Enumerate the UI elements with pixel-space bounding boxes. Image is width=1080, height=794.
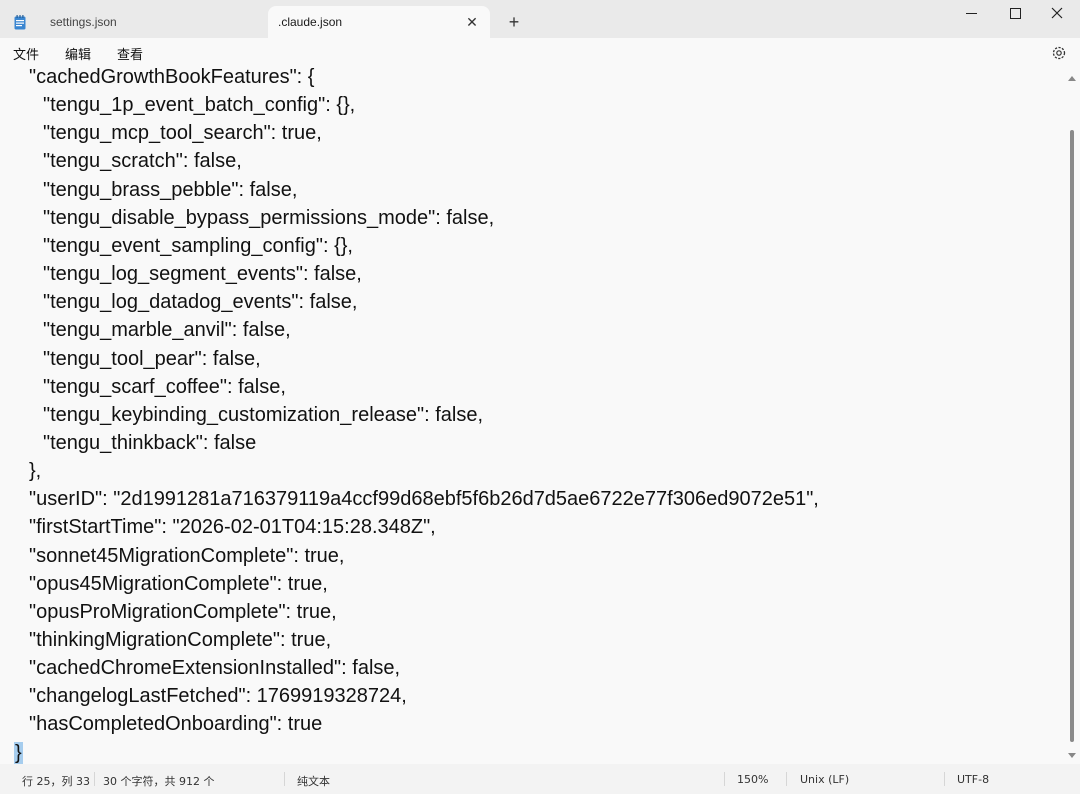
editor-line[interactable]: "tengu_log_segment_events": false,: [42, 260, 363, 288]
encoding[interactable]: UTF-8: [957, 773, 989, 786]
status-divider: [944, 772, 945, 786]
menu-file[interactable]: 文件: [13, 44, 39, 63]
tab-label: .claude.json: [278, 15, 343, 29]
status-divider: [284, 772, 285, 786]
editor-line-text: "tengu_brass_pebble": false,: [43, 178, 298, 201]
maximize-button[interactable]: [994, 0, 1036, 26]
tab-claude-json[interactable]: .claude.json ✕: [268, 6, 490, 38]
file-format: 纯文本: [297, 775, 330, 788]
editor-line-text: "thinkingMigrationComplete": true,: [29, 629, 332, 651]
scroll-down-icon[interactable]: [1068, 753, 1076, 758]
editor-line-text: "tengu_mcp_tool_search": true,: [43, 122, 322, 145]
close-window-button[interactable]: [1036, 0, 1078, 26]
editor-line[interactable]: "tengu_event_sampling_config": {},: [42, 232, 354, 260]
editor-line-text: "tengu_log_segment_events": false,: [43, 263, 362, 286]
close-tab-icon[interactable]: ✕: [460, 14, 484, 31]
editor-line[interactable]: "hasCompletedOnboarding": true: [28, 710, 323, 738]
editor-line[interactable]: "tengu_log_datadog_events": false,: [42, 288, 358, 316]
editor-line[interactable]: "tengu_keybinding_customization_release"…: [42, 401, 484, 429]
editor-line-text: "tengu_scarf_coffee": false,: [43, 375, 286, 398]
editor-line[interactable]: "tengu_scarf_coffee": false,: [42, 373, 287, 401]
editor-line-text: "tengu_event_sampling_config": {},: [43, 234, 353, 257]
gear-icon[interactable]: [1050, 44, 1068, 62]
editor-line[interactable]: "tengu_marble_anvil": false,: [42, 316, 292, 344]
new-tab-button[interactable]: +: [500, 8, 528, 36]
line-ending[interactable]: Unix (LF): [800, 773, 849, 786]
editor-line[interactable]: "firstStartTime": "2026-02-01T04:15:28.3…: [28, 513, 437, 541]
menu-view[interactable]: 查看: [117, 44, 143, 63]
editor-line[interactable]: "opus45MigrationComplete": true,: [28, 570, 329, 598]
editor-line-text: "cachedChromeExtensionInstalled": false,: [29, 657, 401, 680]
editor-line-text: "userID": "2d1991281a716379119a4ccf99d68…: [29, 488, 819, 511]
scrollbar-thumb[interactable]: [1070, 130, 1074, 742]
editor-line[interactable]: }: [14, 739, 23, 764]
status-bar: 行 25，列 33 30 个字符，共 912 个 纯文本 150% Unix (…: [0, 764, 1080, 794]
menu-edit[interactable]: 编辑: [65, 44, 91, 63]
editor-line-text: "opusProMigrationComplete": true,: [29, 600, 337, 623]
editor-line[interactable]: "cachedGrowthBookFeatures": {: [28, 68, 315, 91]
minimize-button[interactable]: [950, 0, 992, 26]
editor-line[interactable]: "opusProMigrationComplete": true,: [28, 598, 338, 626]
editor-line-text: "opus45MigrationComplete": true,: [29, 572, 328, 595]
tab-label: settings.json: [50, 15, 117, 29]
editor-line-text: "firstStartTime": "2026-02-01T04:15:28.3…: [29, 516, 436, 539]
editor-line[interactable]: },: [28, 457, 42, 485]
vertical-scrollbar[interactable]: [1064, 68, 1080, 764]
editor-line-text: }: [14, 741, 23, 764]
editor-line-text: "hasCompletedOnboarding": true: [29, 713, 323, 736]
editor-line[interactable]: "cachedChromeExtensionInstalled": false,: [28, 654, 401, 682]
editor-line[interactable]: "tengu_thinkback": false: [42, 429, 257, 457]
editor-line[interactable]: "changelogLastFetched": 1769919328724,: [28, 682, 408, 710]
editor-line[interactable]: "sonnet45MigrationComplete": true,: [28, 542, 345, 570]
editor-line[interactable]: "tengu_tool_pear": false,: [42, 345, 262, 373]
menu-bar: 文件 编辑 查看: [0, 38, 1080, 68]
editor-line-text: "cachedGrowthBookFeatures": {: [29, 68, 315, 88]
tab-settings-json[interactable]: settings.json: [0, 6, 262, 38]
editor-line[interactable]: "tengu_1p_event_batch_config": {},: [42, 91, 356, 119]
editor-line-text: "tengu_thinkback": false: [43, 431, 257, 454]
editor-line-text: "tengu_disable_bypass_permissions_mode":…: [43, 206, 495, 229]
character-count: 30 个字符，共 912 个: [103, 775, 215, 788]
status-divider: [786, 772, 787, 786]
title-bar: settings.json .claude.json ✕ +: [0, 0, 1080, 38]
scroll-up-icon[interactable]: [1068, 76, 1076, 81]
editor-line-text: "changelogLastFetched": 1769919328724,: [29, 685, 407, 708]
editor-line-text: "tengu_marble_anvil": false,: [43, 319, 291, 342]
text-editor[interactable]: "cachedGrowthBookFeatures": { "tengu_1p_e…: [0, 68, 1064, 764]
cursor-position: 行 25，列 33: [22, 775, 90, 788]
zoom-level[interactable]: 150%: [737, 773, 768, 786]
editor-line[interactable]: "tengu_mcp_tool_search": true,: [42, 119, 323, 147]
editor-line[interactable]: "tengu_scratch": false,: [42, 147, 243, 175]
editor-line-text: "tengu_log_datadog_events": false,: [43, 291, 358, 314]
editor-line[interactable]: "thinkingMigrationComplete": true,: [28, 626, 332, 654]
editor-line[interactable]: "tengu_disable_bypass_permissions_mode":…: [42, 204, 495, 232]
editor-line[interactable]: "userID": "2d1991281a716379119a4ccf99d68…: [28, 485, 820, 513]
status-divider: [94, 772, 95, 786]
editor-line-text: "tengu_tool_pear": false,: [43, 347, 261, 370]
editor-line-text: "sonnet45MigrationComplete": true,: [29, 544, 345, 567]
editor-line-text: "tengu_1p_event_batch_config": {},: [43, 94, 356, 117]
editor-line-text: },: [29, 460, 42, 483]
status-divider: [724, 772, 725, 786]
editor-line-text: "tengu_scratch": false,: [43, 150, 242, 173]
notepad-icon: [14, 15, 26, 30]
editor-line[interactable]: "tengu_brass_pebble": false,: [42, 176, 298, 204]
editor-line-text: "tengu_keybinding_customization_release"…: [43, 403, 484, 426]
